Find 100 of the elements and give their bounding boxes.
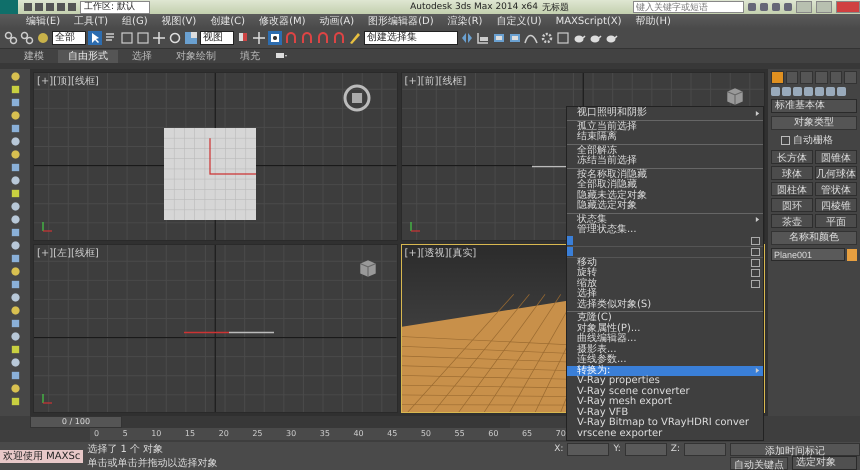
viewport-label[interactable]: [+][前][线框] bbox=[404, 74, 466, 88]
menu-item[interactable]: 全部解冻 bbox=[567, 146, 763, 156]
cube-icon[interactable] bbox=[10, 279, 20, 290]
menu-item[interactable]: V-Ray mesh export bbox=[567, 397, 763, 408]
menu-item[interactable]: 视图(V) bbox=[162, 14, 196, 28]
sphere-icon[interactable] bbox=[36, 31, 50, 45]
ribbon-tab[interactable]: 对象绘制 bbox=[166, 50, 226, 62]
viewport-panel[interactable]: [+][顶][线框] bbox=[33, 72, 398, 241]
align-icon[interactable] bbox=[476, 31, 490, 45]
coordinate-dropdown[interactable]: 视图 bbox=[200, 31, 234, 45]
menu-item[interactable]: 选择类似对象(S) bbox=[567, 300, 763, 310]
view-cube-icon[interactable] bbox=[342, 83, 372, 113]
object-type-button[interactable]: 平面 bbox=[815, 214, 857, 228]
sphere-icon[interactable] bbox=[10, 292, 20, 303]
sphere-icon[interactable] bbox=[10, 175, 20, 186]
cube-icon[interactable] bbox=[10, 97, 20, 108]
coordinate-field[interactable] bbox=[684, 442, 726, 456]
sphere-icon[interactable] bbox=[10, 240, 20, 251]
menu-item[interactable]: 图形编辑器(D) bbox=[368, 14, 434, 28]
sphere-icon[interactable] bbox=[10, 266, 20, 277]
viewport-panel[interactable]: [+][左][线框] bbox=[33, 244, 398, 413]
move-icon[interactable] bbox=[152, 31, 166, 45]
settings-box-icon[interactable] bbox=[751, 258, 760, 267]
object-type-button[interactable]: 长方体 bbox=[771, 150, 813, 164]
layers-icon[interactable] bbox=[492, 31, 506, 45]
sphere-icon[interactable] bbox=[10, 149, 20, 160]
search-field[interactable]: 键入关键字或短语 bbox=[633, 1, 744, 13]
move-icon[interactable] bbox=[252, 31, 266, 45]
menu-item[interactable]: 选择 bbox=[567, 289, 763, 300]
layers-icon[interactable] bbox=[508, 31, 522, 45]
settings-box-icon[interactable] bbox=[751, 236, 760, 244]
menu-item[interactable]: 移动 bbox=[567, 258, 763, 268]
menu-item[interactable]: 孤立当前选择 bbox=[567, 122, 763, 132]
mirror-icon[interactable] bbox=[460, 31, 474, 45]
menu-item[interactable]: 管理状态集... bbox=[567, 225, 763, 236]
rollout-header[interactable]: 对象类型 bbox=[771, 116, 857, 130]
sphere-icon[interactable] bbox=[10, 357, 20, 368]
viewport-label[interactable]: [+][顶][线框] bbox=[37, 74, 99, 88]
add-time-tag-button[interactable]: 添加时间标记 bbox=[730, 442, 860, 456]
panel-tab[interactable] bbox=[771, 71, 784, 84]
color-swatch[interactable] bbox=[847, 248, 857, 260]
cube-icon[interactable] bbox=[10, 396, 20, 407]
menu-item[interactable]: 工具(T) bbox=[74, 14, 108, 28]
scale-icon[interactable] bbox=[184, 31, 198, 45]
sphere-icon[interactable] bbox=[10, 136, 20, 147]
menu-item[interactable]: 组(G) bbox=[122, 14, 148, 28]
menu-item[interactable]: 缩放 bbox=[567, 278, 763, 289]
sphere-icon[interactable] bbox=[10, 110, 20, 121]
cube-icon[interactable] bbox=[10, 370, 20, 381]
menu-item[interactable]: vrscene exporter bbox=[567, 428, 763, 439]
sphere-icon[interactable] bbox=[10, 71, 20, 82]
cube-icon[interactable] bbox=[10, 318, 20, 329]
object-type-button[interactable]: 四棱锥 bbox=[815, 198, 857, 212]
menu-item[interactable]: V-Ray properties bbox=[567, 376, 763, 386]
square-icon[interactable] bbox=[556, 31, 570, 45]
settings-box-icon[interactable] bbox=[751, 280, 760, 288]
ribbon-tab[interactable]: 填充 bbox=[230, 50, 270, 62]
menu-item[interactable]: 摄影表... bbox=[567, 344, 763, 355]
menu-item[interactable]: 帮助(H) bbox=[636, 14, 671, 28]
sphere-icon[interactable] bbox=[10, 201, 20, 212]
menu-item[interactable]: 创建(C) bbox=[210, 14, 246, 28]
coordinate-field[interactable] bbox=[624, 442, 667, 456]
settings-box-icon[interactable] bbox=[751, 269, 760, 278]
gear-icon[interactable] bbox=[540, 31, 554, 45]
menu-item[interactable]: 转换为: bbox=[567, 366, 763, 376]
rotate-icon[interactable] bbox=[168, 31, 182, 45]
menu-item[interactable]: MAXScript(X) bbox=[556, 16, 622, 26]
target-icon[interactable] bbox=[268, 31, 282, 45]
settings-box-icon[interactable] bbox=[751, 248, 760, 256]
category-dropdown[interactable]: 标准基本体 bbox=[771, 99, 857, 113]
key-filter-dropdown[interactable]: 选定对象 bbox=[792, 456, 857, 470]
menu-item[interactable]: 渲染(R) bbox=[448, 14, 482, 28]
cube-icon[interactable] bbox=[10, 188, 20, 199]
sphere-icon[interactable] bbox=[10, 305, 20, 316]
auto-key-button[interactable]: 自动关键点 bbox=[730, 456, 788, 470]
menu-item[interactable]: 隐藏选定对象 bbox=[567, 201, 763, 212]
menu-item[interactable]: 结束隔离 bbox=[567, 132, 763, 142]
ribbon-tab[interactable]: 建模 bbox=[14, 50, 54, 62]
object-type-button[interactable]: 茶壶 bbox=[771, 214, 813, 228]
viewport-label[interactable]: [+][左][线框] bbox=[37, 246, 99, 260]
cube-icon[interactable] bbox=[10, 84, 20, 95]
time-slider-thumb[interactable]: 0 / 100 bbox=[30, 416, 122, 428]
menu-item[interactable]: 动画(A) bbox=[320, 14, 354, 28]
object-type-button[interactable]: 管状体 bbox=[815, 182, 857, 196]
selection-filter-dropdown[interactable]: 全部 bbox=[52, 31, 86, 45]
square-icon[interactable] bbox=[136, 31, 150, 45]
pencil-icon[interactable] bbox=[348, 31, 362, 45]
cube-icon[interactable] bbox=[10, 123, 20, 134]
menu-item[interactable]: 曲线编辑器... bbox=[567, 334, 763, 344]
menu-item[interactable]: 状态集 bbox=[567, 214, 763, 225]
workspace-dropdown[interactable]: 工作区: 默认 bbox=[80, 0, 150, 14]
sphere-icon[interactable] bbox=[10, 331, 20, 342]
object-type-button[interactable]: 球体 bbox=[771, 166, 813, 180]
menu-item[interactable]: V-Ray scene converter bbox=[567, 386, 763, 397]
menu-item[interactable]: 冻结当前选择 bbox=[567, 156, 763, 166]
menu-item[interactable]: 旋转 bbox=[567, 268, 763, 278]
object-type-button[interactable]: 圆柱体 bbox=[771, 182, 813, 196]
menu-item[interactable]: 编辑(E) bbox=[26, 14, 60, 28]
rollout-header[interactable]: 名称和颜色 bbox=[771, 231, 857, 245]
ribbon-tab[interactable]: 选择 bbox=[122, 50, 162, 62]
